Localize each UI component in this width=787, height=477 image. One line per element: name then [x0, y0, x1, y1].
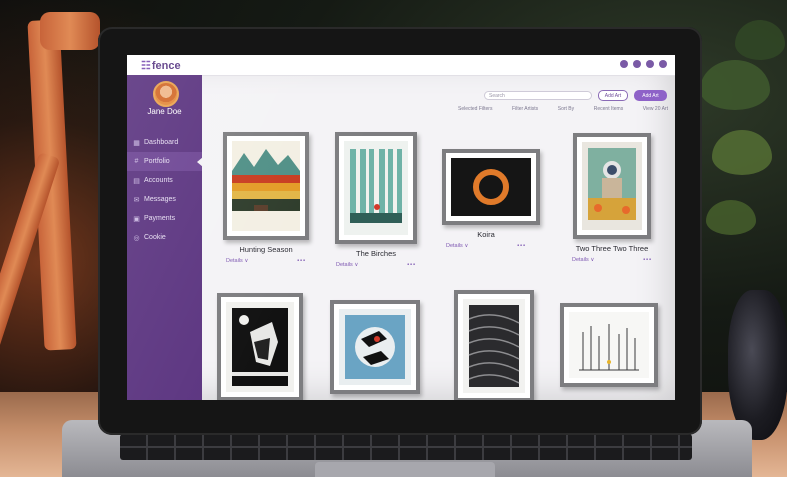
the-birches-artwork: [344, 141, 408, 235]
two-three-artwork: [582, 142, 642, 230]
magpies-artwork: [339, 309, 411, 385]
details-link[interactable]: Details ∨: [226, 258, 248, 264]
laptop-trackpad: [315, 462, 495, 477]
logo-text: fence: [151, 60, 181, 72]
art-frame: [573, 133, 651, 239]
details-link[interactable]: Details ∨: [572, 257, 594, 263]
more-icon[interactable]: •••: [643, 257, 652, 263]
art-frame: [335, 132, 417, 244]
art-frame: [454, 290, 534, 400]
art-title: Hunting Season: [239, 245, 293, 254]
art-frame: [223, 132, 309, 240]
hunting-season-artwork: [232, 141, 300, 231]
sidebar-item-label: Messages: [144, 196, 176, 203]
sidebar: Jane Doe ▦ Dashboard # Portfolio ▤ Accou…: [127, 75, 203, 400]
messages-icon: ✉: [133, 196, 140, 204]
art-card-hunting-season[interactable]: Hunting Season Details ∨ •••: [222, 132, 310, 264]
details-link[interactable]: Details ∨: [336, 262, 358, 268]
top-icons: [620, 60, 667, 68]
sidebar-item-messages[interactable]: ✉ Messages: [127, 190, 202, 209]
koira-artwork: [451, 158, 531, 216]
sort-recent[interactable]: Recent Items: [594, 106, 623, 112]
avatar[interactable]: [153, 81, 179, 107]
sort-by[interactable]: Sort By: [558, 106, 574, 112]
notifications-icon[interactable]: [646, 60, 654, 68]
card-footer: Details ∨ •••: [332, 262, 420, 268]
sidebar-item-accounts[interactable]: ▤ Accounts: [127, 171, 202, 190]
view-count[interactable]: View 20 Art: [643, 106, 668, 112]
art-card-forest-sketch[interactable]: [560, 303, 658, 387]
lines-artwork: [463, 299, 525, 393]
art-title: Two Three Two Three: [575, 244, 649, 253]
art-card-the-birches[interactable]: The Birches Details ∨ •••: [332, 132, 420, 268]
sidebar-item-cookie[interactable]: ◎ Cookie: [127, 228, 202, 247]
top-bar: ☷fence: [127, 55, 675, 76]
sidebar-item-label: Accounts: [144, 177, 173, 184]
sidebar-nav: ▦ Dashboard # Portfolio ▤ Accounts ✉ Mes…: [127, 133, 203, 247]
art-frame: [560, 303, 658, 387]
art-frame: [217, 293, 303, 400]
art-frame: [330, 300, 420, 394]
art-card-two-three-two-three[interactable]: Two Three Two Three Details ∨ •••: [568, 133, 656, 263]
grid-icon: ▦: [133, 139, 140, 147]
art-frame: [442, 149, 540, 225]
sidebar-item-dashboard[interactable]: ▦ Dashboard: [127, 133, 202, 152]
laptop-screen: ☷fence Jane Doe ▦ Dashboard # Portfolio …: [127, 55, 675, 400]
details-link[interactable]: Details ∨: [446, 243, 468, 249]
more-icon[interactable]: •••: [517, 243, 526, 249]
cookie-icon: ◎: [133, 234, 140, 242]
user-name: Jane Doe: [147, 107, 182, 116]
search-input[interactable]: Search: [484, 91, 592, 100]
accounts-icon: ▤: [133, 177, 140, 185]
art-card-magpies[interactable]: [330, 300, 420, 394]
filter-selected[interactable]: Selected Filters: [458, 106, 492, 112]
plant-leaf: [706, 200, 756, 235]
art-card-lines[interactable]: [450, 290, 538, 400]
profile-icon[interactable]: [659, 60, 667, 68]
card-footer: Details ∨ •••: [222, 258, 310, 264]
add-art-outline-button[interactable]: Add Art: [598, 90, 628, 101]
sidebar-item-label: Dashboard: [144, 139, 179, 146]
art-title: Koira: [477, 230, 495, 239]
card-footer: Details ∨ •••: [568, 257, 656, 263]
more-icon[interactable]: •••: [407, 262, 416, 268]
more-icon[interactable]: •••: [297, 258, 306, 264]
art-card-raven[interactable]: [216, 293, 304, 400]
plant-leaf: [735, 20, 785, 60]
card-footer: Details ∨ •••: [442, 243, 530, 249]
sidebar-item-payments[interactable]: ▣ Payments: [127, 209, 202, 228]
portfolio-icon: #: [134, 158, 139, 165]
settings-icon[interactable]: [620, 60, 628, 68]
art-title: The Birches: [355, 249, 397, 258]
lamp-arm-head: [40, 12, 100, 50]
logo-mark-icon: ☷: [141, 60, 151, 72]
raven-artwork: [226, 302, 294, 392]
sidebar-item-portfolio[interactable]: # Portfolio: [127, 152, 203, 171]
forest-sketch-artwork: [569, 312, 649, 378]
sidebar-item-label: Cookie: [144, 234, 166, 241]
plant-leaf: [712, 130, 772, 175]
filter-bar: Selected Filters Filter Artists Sort By …: [458, 106, 668, 112]
app-logo[interactable]: ☷fence: [141, 59, 181, 72]
add-art-button[interactable]: Add Art: [634, 90, 667, 101]
payments-icon: ▣: [133, 215, 140, 223]
help-icon[interactable]: [633, 60, 641, 68]
keyboard-row-divider: [120, 446, 692, 448]
sidebar-item-label: Portfolio: [144, 158, 170, 165]
main-content: Search Add Art Add Art Selected Filters …: [202, 75, 675, 400]
sidebar-item-label: Payments: [144, 215, 176, 222]
filter-artists[interactable]: Filter Artists: [512, 106, 538, 112]
glass-vase: [728, 290, 787, 440]
art-card-koira[interactable]: Koira Details ∨ •••: [442, 149, 540, 249]
